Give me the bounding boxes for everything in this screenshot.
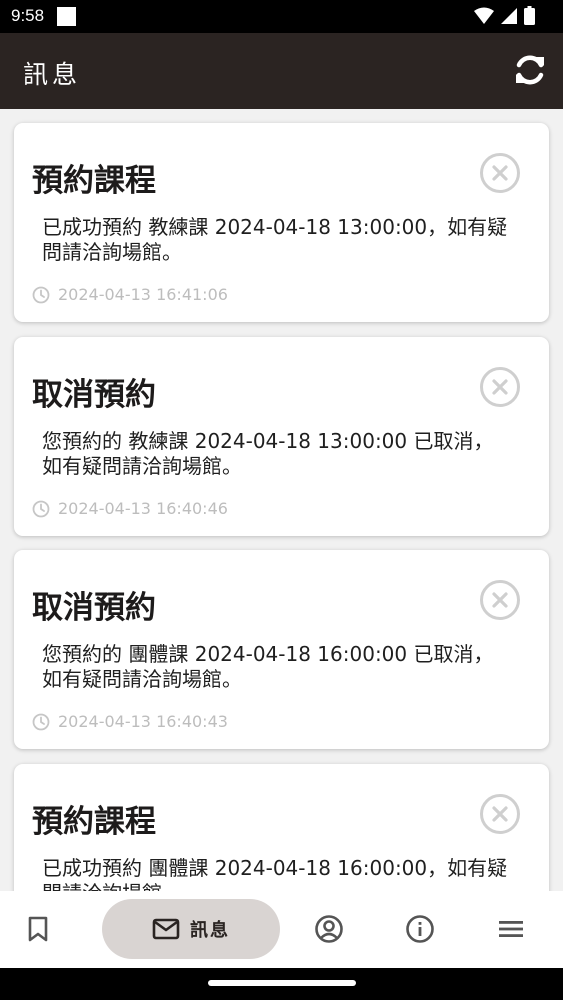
status-bar: 9:58 <box>0 0 563 33</box>
nav-account[interactable] <box>307 899 351 959</box>
message-title: 預約課程 <box>32 804 156 840</box>
message-timestamp: 2024-04-13 16:40:43 <box>32 712 228 731</box>
message-card[interactable]: 預約課程 已成功預約 教練課 2024-04-18 13:00:00，如有疑問請… <box>14 123 549 322</box>
message-body: 已成功預約 教練課 2024-04-18 13:00:00，如有疑問請洽詢場館。 <box>42 215 508 264</box>
bottom-nav: 訊息 <box>0 891 563 968</box>
clock-icon <box>32 500 50 517</box>
message-title: 取消預約 <box>32 590 156 626</box>
notification-icon <box>57 7 76 26</box>
nav-menu[interactable] <box>489 899 533 959</box>
message-list[interactable]: 預約課程 已成功預約 教練課 2024-04-18 13:00:00，如有疑問請… <box>0 109 563 891</box>
clock-icon <box>32 713 50 730</box>
nav-info[interactable] <box>398 899 442 959</box>
nav-messages[interactable]: 訊息 <box>102 899 280 959</box>
bookmark-icon <box>28 916 48 942</box>
signal-icon <box>501 7 517 24</box>
menu-icon <box>499 921 523 937</box>
account-circle-icon <box>315 915 343 943</box>
close-icon[interactable] <box>479 152 521 194</box>
message-card[interactable]: 預約課程 已成功預約 團體課 2024-04-18 16:00:00，如有疑問請… <box>14 764 549 891</box>
close-icon[interactable] <box>479 366 521 408</box>
clock-icon <box>32 286 50 303</box>
timestamp-text: 2024-04-13 16:41:06 <box>58 285 228 304</box>
status-time: 9:58 <box>11 6 45 25</box>
message-card[interactable]: 取消預約 您預約的 團體課 2024-04-18 16:00:00 已取消，如有… <box>14 550 549 749</box>
battery-icon <box>524 6 535 25</box>
nav-messages-label: 訊息 <box>190 920 230 941</box>
status-icons <box>474 6 535 25</box>
wifi-icon <box>474 7 494 24</box>
nav-bookmark[interactable] <box>16 899 60 959</box>
info-icon <box>406 915 434 943</box>
home-gesture-handle[interactable] <box>208 980 356 986</box>
close-icon[interactable] <box>479 579 521 621</box>
page-title: 訊息 <box>23 60 82 89</box>
close-icon[interactable] <box>479 793 521 835</box>
mail-icon <box>152 918 180 940</box>
app-bar: 訊息 <box>0 33 563 109</box>
message-timestamp: 2024-04-13 16:40:46 <box>32 499 228 518</box>
timestamp-text: 2024-04-13 16:40:46 <box>58 499 228 518</box>
gesture-bar <box>0 968 563 1000</box>
message-title: 取消預約 <box>32 377 156 413</box>
message-body: 您預約的 教練課 2024-04-18 13:00:00 已取消，如有疑問請洽詢… <box>42 429 494 478</box>
refresh-icon[interactable] <box>511 51 549 89</box>
message-body: 您預約的 團體課 2024-04-18 16:00:00 已取消，如有疑問請洽詢… <box>42 642 494 691</box>
message-card[interactable]: 取消預約 您預約的 教練課 2024-04-18 13:00:00 已取消，如有… <box>14 337 549 536</box>
message-title: 預約課程 <box>32 163 156 199</box>
message-timestamp: 2024-04-13 16:41:06 <box>32 285 228 304</box>
timestamp-text: 2024-04-13 16:40:43 <box>58 712 228 731</box>
message-body: 已成功預約 團體課 2024-04-18 16:00:00，如有疑問請洽詢場館。 <box>42 856 508 891</box>
